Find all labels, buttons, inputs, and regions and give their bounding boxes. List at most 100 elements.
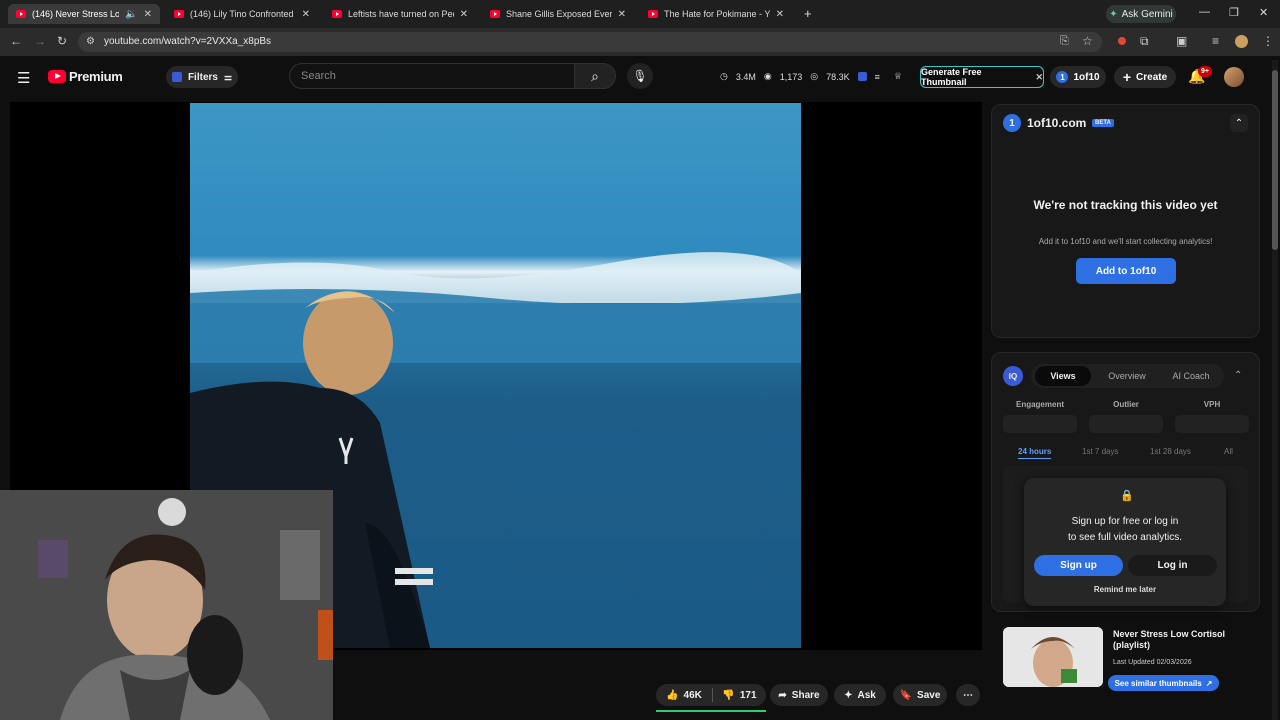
close-window-icon[interactable]: ✕ [1259, 6, 1268, 19]
generate-thumbnail-button[interactable]: Generate Free Thumbnail ✕ [920, 66, 1044, 88]
browser-menu-icon[interactable]: ⋮ [1262, 34, 1274, 48]
external-link-icon: ↗ [1205, 678, 1213, 688]
ask-gemini-button[interactable]: ✦ Ask Gemini [1106, 5, 1176, 23]
browser-tab[interactable]: (146) Lily Tino Confronted Dear ✕ [166, 4, 318, 24]
close-tab-icon[interactable]: ✕ [302, 9, 310, 20]
site-settings-icon[interactable]: ⚙ [86, 36, 95, 47]
url-text[interactable]: youtube.com/watch?v=2VXXa_x8pBs [104, 36, 271, 47]
remind-me-later-link[interactable]: Remind me later [1024, 585, 1226, 594]
playlist-title[interactable]: Never Stress Low Cortisol (playlist) [1113, 629, 1253, 651]
close-tab-icon[interactable]: ✕ [460, 9, 468, 20]
premium-logo-text[interactable]: Premium [69, 69, 123, 84]
lock-message-line1: Sign up for free or log in [1071, 516, 1179, 527]
browser-tab[interactable]: Leftists have turned on Pedro P ✕ [324, 4, 476, 24]
speaker-icon[interactable]: 🔈 [125, 9, 137, 20]
back-icon[interactable]: ← [10, 34, 22, 48]
sidepanel-icon[interactable]: ▣ [1176, 34, 1187, 48]
watching-stat: 1,173 [779, 71, 803, 82]
reload-icon[interactable]: ↻ [57, 34, 67, 48]
create-label: Create [1136, 71, 1168, 83]
webcam-overlay [0, 490, 333, 720]
oneof10-logo-icon: 1 [1003, 114, 1021, 132]
iq-icon[interactable] [857, 72, 867, 81]
list-icon[interactable]: ≡ [875, 72, 880, 82]
likes-stat: 78.3K [826, 71, 850, 82]
profile-avatar-icon[interactable] [1235, 35, 1248, 48]
minimize-window-icon[interactable]: — [1199, 6, 1210, 18]
tab-views[interactable]: Views [1035, 366, 1091, 386]
create-button[interactable]: + Create [1114, 66, 1176, 88]
new-tab-icon[interactable]: + [804, 6, 812, 21]
add-to-oneof10-button[interactable]: Add to 1of10 [1076, 258, 1176, 284]
tab-title: (146) Lily Tino Confronted Dear [190, 9, 296, 19]
tab-overview[interactable]: Overview [1102, 366, 1152, 386]
hamburger-menu-icon[interactable]: ☰ [17, 69, 30, 87]
collapse-chevron-icon[interactable]: ⌃ [1234, 370, 1242, 381]
range-first-28-days[interactable]: 1st 28 days [1150, 447, 1191, 456]
see-similar-thumbnails-button[interactable]: See similar thumbnails ↗ [1108, 675, 1219, 691]
install-app-icon[interactable]: ⎘ [1060, 35, 1069, 48]
youtube-favicon-icon [490, 10, 500, 18]
more-horizontal-icon: ⋯ [963, 689, 973, 701]
save-label: Save [917, 689, 941, 701]
ask-button[interactable]: ✦ Ask [834, 684, 886, 706]
restore-window-icon[interactable]: ❐ [1229, 6, 1239, 19]
eye-icon: ◉ [763, 71, 772, 81]
extension-record-icon[interactable] [1118, 37, 1126, 45]
thumbs-down-icon: 👎 [722, 689, 735, 701]
more-actions-button[interactable]: ⋯ [956, 684, 980, 706]
range-first-7-days[interactable]: 1st 7 days [1082, 447, 1118, 456]
share-button[interactable]: ➦ Share [770, 684, 828, 706]
close-icon[interactable]: ✕ [1035, 72, 1043, 83]
youtube-favicon-icon [16, 10, 26, 18]
plus-icon: + [1122, 69, 1132, 85]
search-button[interactable]: ⌕ [574, 63, 616, 89]
page-scrollbar[interactable] [1272, 60, 1278, 720]
beta-badge: BETA [1092, 119, 1114, 127]
bookmark-star-icon[interactable]: ☆ [1082, 34, 1093, 48]
oneof10-button[interactable]: 1 1of10 [1050, 66, 1106, 88]
close-tab-icon[interactable]: ✕ [776, 9, 784, 20]
browser-tab[interactable]: The Hate for Pokimane - YouTu ✕ [640, 4, 792, 24]
close-tab-icon[interactable]: ✕ [144, 9, 152, 20]
sparkle-icon: ✦ [844, 689, 853, 701]
media-controls-icon[interactable]: ≡ [1212, 34, 1219, 48]
browser-tab[interactable]: Shane Gillis Exposed Everyone ✕ [482, 4, 634, 24]
voice-search-button[interactable]: 🎙 [627, 63, 653, 89]
log-in-button[interactable]: Log in [1128, 555, 1217, 576]
playlist-updated: Last Updated 02/03/2026 [1113, 659, 1192, 666]
sign-up-button[interactable]: Sign up [1034, 555, 1123, 576]
trophy-icon[interactable]: ♕ [894, 71, 902, 82]
playlist-thumbnail[interactable] [1003, 627, 1103, 687]
dislike-button[interactable]: 👎 171 [713, 684, 766, 706]
browser-tab[interactable]: (146) Never Stress Low Cort 🔈 ✕ [8, 4, 160, 24]
collapse-chevron-icon[interactable]: ⌃ [1230, 114, 1248, 132]
gemini-spark-icon: ✦ [1109, 8, 1118, 20]
filters-label: Filters [187, 71, 218, 83]
range-24-hours[interactable]: 24 hours [1018, 447, 1052, 459]
video-stats-bar: ◷ 3.4M ◉ 1,173 ◎ 78.3K ≡ ♕ [720, 71, 902, 82]
forward-icon[interactable]: → [34, 34, 46, 48]
close-tab-icon[interactable]: ✕ [618, 9, 626, 20]
search-placeholder: Search [301, 70, 336, 82]
youtube-logo-icon[interactable] [48, 70, 66, 83]
filters-button[interactable]: Filters ⚌ [166, 66, 238, 88]
search-input[interactable]: Search [289, 63, 575, 89]
clock-icon: ◷ [720, 71, 728, 81]
range-all[interactable]: All [1224, 447, 1233, 456]
share-arrow-icon: ➦ [778, 689, 787, 701]
save-button[interactable]: 🔖 Save [893, 684, 947, 706]
extensions-puzzle-icon[interactable]: ⧉ [1140, 34, 1149, 49]
like-button[interactable]: 👍 46K [656, 684, 712, 706]
youtube-favicon-icon [174, 10, 184, 18]
search-icon: ⌕ [591, 67, 599, 84]
tab-ai-coach[interactable]: AI Coach [1164, 366, 1218, 386]
oneof10-panel [991, 104, 1260, 338]
metric-engagement-value-blurred [1003, 415, 1077, 433]
scrollbar-thumb[interactable] [1272, 70, 1278, 250]
ask-gemini-label: Ask Gemini [1121, 8, 1173, 20]
thumbs-up-icon: 👍 [666, 689, 679, 701]
account-avatar[interactable] [1224, 67, 1244, 87]
browser-tab-strip: (146) Never Stress Low Cort 🔈 ✕ (146) Li… [0, 0, 1280, 28]
bookmark-icon: 🔖 [899, 689, 913, 701]
